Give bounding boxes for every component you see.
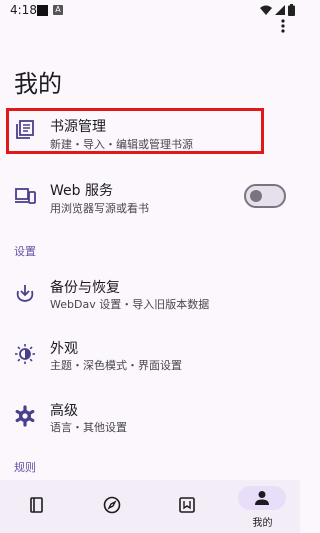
notification-square-icon bbox=[37, 5, 48, 16]
status-time: 4:18 bbox=[10, 3, 37, 17]
page-title: 我的 bbox=[14, 70, 62, 98]
person-icon bbox=[255, 491, 269, 505]
item-title: 备份与恢复 bbox=[50, 280, 120, 296]
nav-tab-bookshelf[interactable] bbox=[0, 480, 75, 533]
item-subtitle: 主题・深色模式・界面设置 bbox=[50, 359, 182, 372]
web-service-toggle[interactable] bbox=[244, 184, 286, 208]
item-subtitle: 语言・其他设置 bbox=[50, 421, 127, 434]
nav-tab-discover[interactable] bbox=[75, 480, 150, 533]
more-options-icon[interactable] bbox=[278, 18, 288, 34]
signal-icon bbox=[275, 5, 285, 15]
nav-tab-subscription[interactable] bbox=[150, 480, 225, 533]
brightness-icon bbox=[15, 344, 35, 364]
item-subtitle: 用浏览器写源或看书 bbox=[50, 202, 149, 215]
backup-restore-item[interactable]: 备份与恢复 WebDav 设置・导入旧版本数据 bbox=[0, 272, 300, 312]
section-header-settings: 设置 bbox=[14, 245, 36, 258]
highlight-box bbox=[6, 108, 264, 154]
toggle-knob bbox=[250, 190, 262, 202]
item-subtitle: WebDav 设置・导入旧版本数据 bbox=[50, 298, 210, 311]
compass-icon bbox=[103, 496, 121, 514]
appearance-item[interactable]: 外观 主题・深色模式・界面设置 bbox=[0, 334, 300, 374]
wifi-icon bbox=[260, 5, 272, 15]
advanced-item[interactable]: 高级 语言・其他设置 bbox=[0, 396, 300, 436]
bottom-navigation: 我的 bbox=[0, 480, 300, 533]
status-bar: 4:18 A bbox=[0, 0, 300, 22]
status-indicators bbox=[260, 4, 295, 16]
bookshelf-icon bbox=[30, 497, 43, 513]
item-title: 外观 bbox=[50, 341, 78, 357]
web-service-icon bbox=[15, 188, 36, 204]
item-title: 高级 bbox=[50, 403, 78, 419]
nav-tab-mine[interactable]: 我的 bbox=[225, 480, 300, 533]
backup-icon bbox=[16, 285, 34, 302]
item-title: Web 服务 bbox=[50, 183, 113, 199]
section-header-rules: 规则 bbox=[14, 461, 36, 474]
nav-tab-label: 我的 bbox=[252, 518, 273, 529]
rss-icon bbox=[179, 497, 195, 513]
notification-a-icon: A bbox=[53, 5, 63, 15]
gear-icon bbox=[15, 405, 35, 427]
battery-icon bbox=[288, 4, 295, 16]
